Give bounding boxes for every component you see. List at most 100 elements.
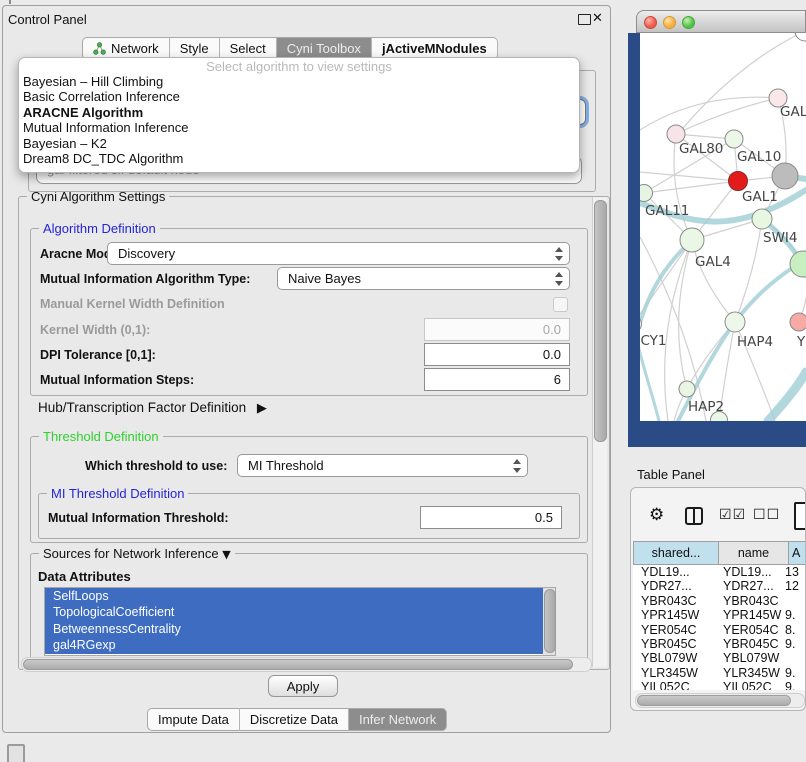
- close-window-icon[interactable]: [644, 16, 657, 29]
- aracne-mode-combo[interactable]: Discovery: [107, 242, 570, 265]
- node[interactable]: [795, 33, 806, 41]
- tab-impute-data[interactable]: Impute Data: [147, 708, 240, 731]
- settings-hscroll-thumb[interactable]: [23, 659, 573, 670]
- table-panel: ⚙ ☑☑ ☐☐ shared... name A YDL19...YDL19..…: [630, 487, 806, 711]
- algorithm-popup-item[interactable]: Mutual Information Inference: [19, 120, 579, 135]
- node-y[interactable]: [790, 313, 806, 331]
- checked-icon: ☑: [719, 507, 733, 523]
- apply-button[interactable]: Apply: [268, 675, 338, 697]
- list-vscroll-thumb[interactable]: [544, 589, 556, 653]
- cell-shared-name[interactable]: YER054C: [633, 623, 717, 637]
- cell-shared-name[interactable]: YIL052C: [633, 680, 717, 690]
- node-gal4[interactable]: [680, 228, 704, 252]
- algorithm-popup-item[interactable]: Bayesian – Hill Climbing: [19, 74, 579, 89]
- screen: Control Panel ✕ Network Style Select Cyn…: [0, 0, 806, 762]
- cell-name[interactable]: YLR345W: [717, 666, 785, 680]
- sources-group-title[interactable]: Sources for Network Inference ▼: [39, 546, 235, 561]
- cell-value[interactable]: 9.: [785, 637, 803, 651]
- cell-name[interactable]: YIL052C: [717, 680, 785, 690]
- table-toolbar: ⚙ ☑☑ ☐☐: [631, 488, 805, 541]
- list-item[interactable]: gal4RGexp: [45, 637, 555, 653]
- which-threshold-combo[interactable]: MI Threshold: [237, 454, 528, 477]
- settings-vscroll-thumb[interactable]: [594, 200, 607, 442]
- import-table-icon[interactable]: [794, 502, 806, 530]
- dpi-tolerance-field[interactable]: 0.0: [424, 343, 570, 366]
- gear-icon[interactable]: ⚙: [649, 505, 664, 525]
- clear-all-checkboxes-icon[interactable]: ☐☐: [753, 507, 780, 523]
- select-all-checkboxes-icon[interactable]: ☑☑: [719, 507, 746, 523]
- table-row[interactable]: YBR045CYBR045C9.: [633, 637, 805, 651]
- list-item[interactable]: SelfLoops: [45, 588, 555, 604]
- cell-value[interactable]: 9.: [785, 680, 803, 690]
- cell-name[interactable]: YBL079W: [717, 651, 785, 665]
- table-hscroll-thumb[interactable]: [637, 695, 791, 706]
- list-item[interactable]: BetweennessCentrality: [45, 621, 555, 637]
- tab-jactivemnodules-label: jActiveMNodules: [382, 41, 487, 56]
- table-row[interactable]: YER054CYER054C8.: [633, 623, 805, 637]
- cell-name[interactable]: YER054C: [717, 623, 785, 637]
- cell-name[interactable]: YDR27...: [717, 579, 785, 593]
- cell-shared-name[interactable]: YDL19...: [633, 565, 717, 579]
- mi-type-combo[interactable]: Naive Bayes: [277, 267, 570, 290]
- cell-name[interactable]: YPR145W: [717, 608, 785, 622]
- table-row[interactable]: YDL19...YDL19...13: [633, 565, 805, 579]
- node-swi4[interactable]: [752, 209, 772, 229]
- tab-infer-network[interactable]: Infer Network: [349, 708, 447, 731]
- data-attributes-list[interactable]: SelfLoops TopologicalCoefficient Between…: [44, 587, 556, 656]
- algorithm-popup-item-selected[interactable]: ARACNE Algorithm: [19, 105, 579, 120]
- cell-value[interactable]: 8.: [785, 623, 803, 637]
- node-gal10[interactable]: [725, 130, 743, 148]
- tab-discretize-data[interactable]: Discretize Data: [240, 708, 349, 731]
- columns-icon[interactable]: [685, 507, 703, 525]
- table-row[interactable]: YIL052CYIL052C9.: [633, 680, 805, 690]
- node-hap4[interactable]: [725, 312, 745, 332]
- algorithm-popup-item[interactable]: Bayesian – K2: [19, 136, 579, 151]
- column-header-partial[interactable]: A: [788, 541, 806, 565]
- cell-value[interactable]: 9.: [785, 608, 803, 622]
- kernel-width-field[interactable]: 0.0: [424, 318, 570, 341]
- node-gal11[interactable]: [640, 185, 653, 202]
- threshold-definition-title: Threshold Definition: [39, 429, 163, 444]
- stepper-icon: [554, 247, 563, 261]
- algorithm-popup-item[interactable]: Dream8 DC_TDC Algorithm: [19, 151, 579, 166]
- cell-shared-name[interactable]: YLR345W: [633, 666, 717, 680]
- hub-tf-section-toggle[interactable]: Hub/Transcription Factor Definition ▶: [38, 400, 267, 416]
- network-canvas[interactable]: GAL2 GAL80 GAL10 GAL1 GAL11 SWI4 GAL4 GC…: [640, 33, 806, 421]
- mi-threshold-group-title: MI Threshold Definition: [47, 486, 188, 501]
- cell-name[interactable]: YDL19...: [717, 565, 785, 579]
- cell-value[interactable]: 13: [785, 565, 803, 579]
- float-panel-icon[interactable]: [578, 14, 591, 25]
- cell-value[interactable]: 12: [785, 579, 803, 593]
- mi-threshold-field[interactable]: 0.5: [420, 506, 562, 529]
- tab-impute-data-label: Impute Data: [158, 712, 229, 727]
- cell-name[interactable]: YBR043C: [717, 594, 785, 608]
- table-row[interactable]: YDR27...YDR27...12: [633, 579, 805, 593]
- minimized-panel-icon[interactable]: [7, 744, 25, 762]
- column-header-name[interactable]: name: [718, 541, 789, 565]
- cell-shared-name[interactable]: YBR045C: [633, 637, 717, 651]
- zoom-window-icon[interactable]: [682, 16, 695, 29]
- table-row[interactable]: YPR145WYPR145W9.: [633, 608, 805, 622]
- node-hap2[interactable]: [679, 381, 695, 397]
- column-header-shared-name[interactable]: shared...: [633, 541, 719, 565]
- node-gal1[interactable]: [729, 172, 748, 191]
- node-gray[interactable]: [772, 163, 798, 189]
- cell-value[interactable]: 9.: [785, 666, 803, 680]
- cell-shared-name[interactable]: YBR043C: [633, 594, 717, 608]
- table-row[interactable]: YBR043CYBR043C: [633, 594, 805, 608]
- cell-shared-name[interactable]: YDR27...: [633, 579, 717, 593]
- table-row[interactable]: YLR345WYLR345W9.: [633, 666, 805, 680]
- mi-steps-field[interactable]: 6: [424, 368, 570, 391]
- minimize-window-icon[interactable]: [663, 16, 676, 29]
- cell-name[interactable]: YBR045C: [717, 637, 785, 651]
- algorithm-popup-item[interactable]: Basic Correlation Inference: [19, 89, 579, 104]
- node-label: GCY1: [640, 333, 667, 349]
- network-window-titlebar[interactable]: [636, 10, 806, 33]
- cell-shared-name[interactable]: YPR145W: [633, 608, 717, 622]
- cell-shared-name[interactable]: YBL079W: [633, 651, 717, 665]
- list-item[interactable]: TopologicalCoefficient: [45, 604, 555, 620]
- node-green[interactable]: [790, 251, 806, 277]
- table-row[interactable]: YBL079WYBL079W: [633, 651, 805, 665]
- close-panel-icon[interactable]: ✕: [592, 11, 603, 26]
- manual-kernel-checkbox[interactable]: [553, 297, 568, 312]
